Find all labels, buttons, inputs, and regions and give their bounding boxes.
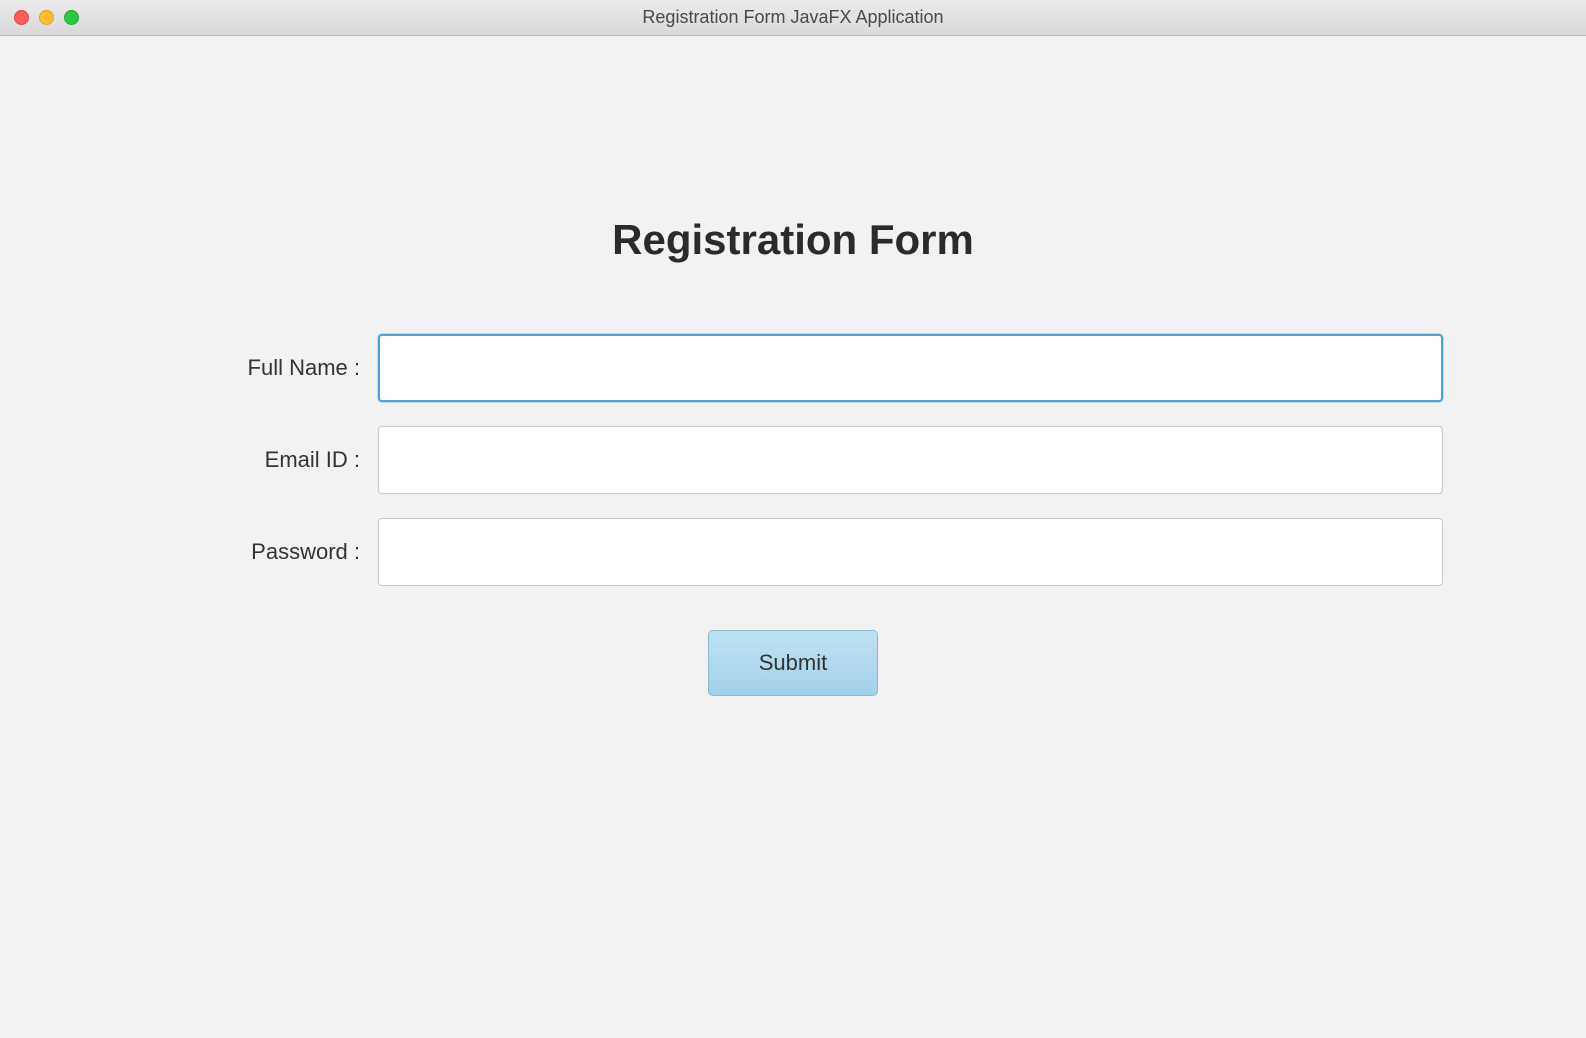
form-heading: Registration Form: [612, 216, 974, 264]
fullname-row: Full Name :: [143, 334, 1443, 402]
registration-form: Full Name : Email ID : Password : Submit: [143, 334, 1443, 696]
password-label: Password :: [143, 539, 378, 565]
submit-row: Submit: [143, 630, 1443, 696]
email-row: Email ID :: [143, 426, 1443, 494]
submit-button[interactable]: Submit: [708, 630, 878, 696]
window-title: Registration Form JavaFX Application: [0, 7, 1586, 28]
titlebar: Registration Form JavaFX Application: [0, 0, 1586, 36]
minimize-icon[interactable]: [39, 10, 54, 25]
password-input[interactable]: [378, 518, 1443, 586]
email-input[interactable]: [378, 426, 1443, 494]
password-row: Password :: [143, 518, 1443, 586]
traffic-lights: [0, 10, 79, 25]
maximize-icon[interactable]: [64, 10, 79, 25]
content-area: Registration Form Full Name : Email ID :…: [0, 36, 1586, 696]
fullname-input[interactable]: [378, 334, 1443, 402]
close-icon[interactable]: [14, 10, 29, 25]
email-label: Email ID :: [143, 447, 378, 473]
fullname-label: Full Name :: [143, 355, 378, 381]
